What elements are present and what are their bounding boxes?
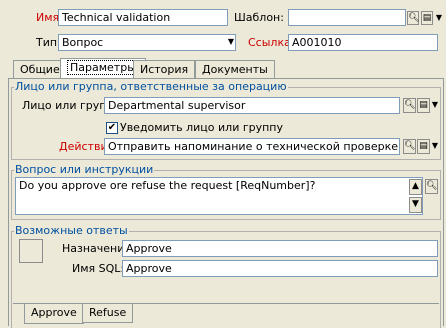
person-search-button[interactable]: 🔍︎ (403, 98, 416, 113)
template-detail-button[interactable]: ▤ (421, 11, 433, 25)
action-field[interactable]: Отправить напоминание о технической пров… (104, 138, 400, 155)
search-icon: 🔍︎ (404, 100, 416, 110)
action-search-button[interactable]: 🔍︎ (403, 139, 416, 154)
check-icon: ✔ (107, 122, 117, 133)
answer-subpanel (13, 282, 439, 304)
action-dropdown-arrow[interactable]: ▼ (430, 139, 440, 153)
arrow-up-icon: ▲ (412, 181, 419, 191)
tab-history[interactable]: История (133, 60, 196, 78)
search-icon: 🔍︎ (404, 141, 416, 151)
answers-group-title: Возможные ответы (14, 224, 129, 237)
template-label: Шаблон: (234, 11, 284, 24)
ref-field[interactable]: A001010 (288, 34, 438, 51)
answer-color-swatch[interactable] (19, 239, 43, 263)
template-field[interactable] (288, 9, 406, 26)
type-select-value: Вопрос (62, 36, 104, 49)
question-scroll-up[interactable]: ▲ (409, 179, 422, 195)
tab-answer-refuse[interactable]: Refuse (82, 304, 134, 323)
detail-icon: ▤ (419, 141, 428, 151)
search-icon: 🔍︎ (426, 181, 438, 191)
detail-icon: ▤ (419, 100, 428, 110)
notify-checkbox[interactable]: ✔ (106, 122, 118, 134)
person-field[interactable]: Departmental supervisor (104, 97, 400, 114)
question-textarea[interactable]: Do you approve ore refuse the request [R… (15, 177, 423, 215)
template-search-button[interactable]: 🔍︎ (407, 11, 419, 25)
arrow-down-icon: ▼ (412, 199, 419, 209)
name-field[interactable]: Technical validation (58, 9, 228, 26)
action-detail-button[interactable]: ▤ (417, 139, 430, 154)
sql-field[interactable]: Approve (122, 260, 438, 277)
tab-general[interactable]: Общие (13, 60, 67, 78)
type-select[interactable]: Вопрос (58, 34, 236, 51)
responsible-group-title: Лицо или группа, ответственные за операц… (14, 80, 288, 93)
person-dropdown-arrow[interactable]: ▼ (430, 98, 440, 112)
sql-label: Имя SQL: (72, 262, 125, 275)
question-zoom-button[interactable]: 🔍︎ (425, 179, 438, 194)
search-icon: 🔍︎ (408, 13, 420, 23)
type-dropdown-arrow[interactable]: ▼ (226, 35, 236, 49)
question-group-title: Вопрос или инструкции (14, 163, 155, 176)
person-detail-button[interactable]: ▤ (417, 98, 430, 113)
question-scroll-down[interactable]: ▼ (409, 197, 422, 213)
notify-label[interactable]: Уведомить лицо или группу (120, 121, 283, 135)
tab-answer-approve[interactable]: Approve (24, 304, 84, 324)
detail-icon: ▤ (422, 13, 432, 23)
tab-documents[interactable]: Документы (195, 60, 275, 78)
template-dropdown-arrow[interactable]: ▼ (434, 11, 444, 25)
purpose-field[interactable]: Approve (122, 240, 438, 257)
